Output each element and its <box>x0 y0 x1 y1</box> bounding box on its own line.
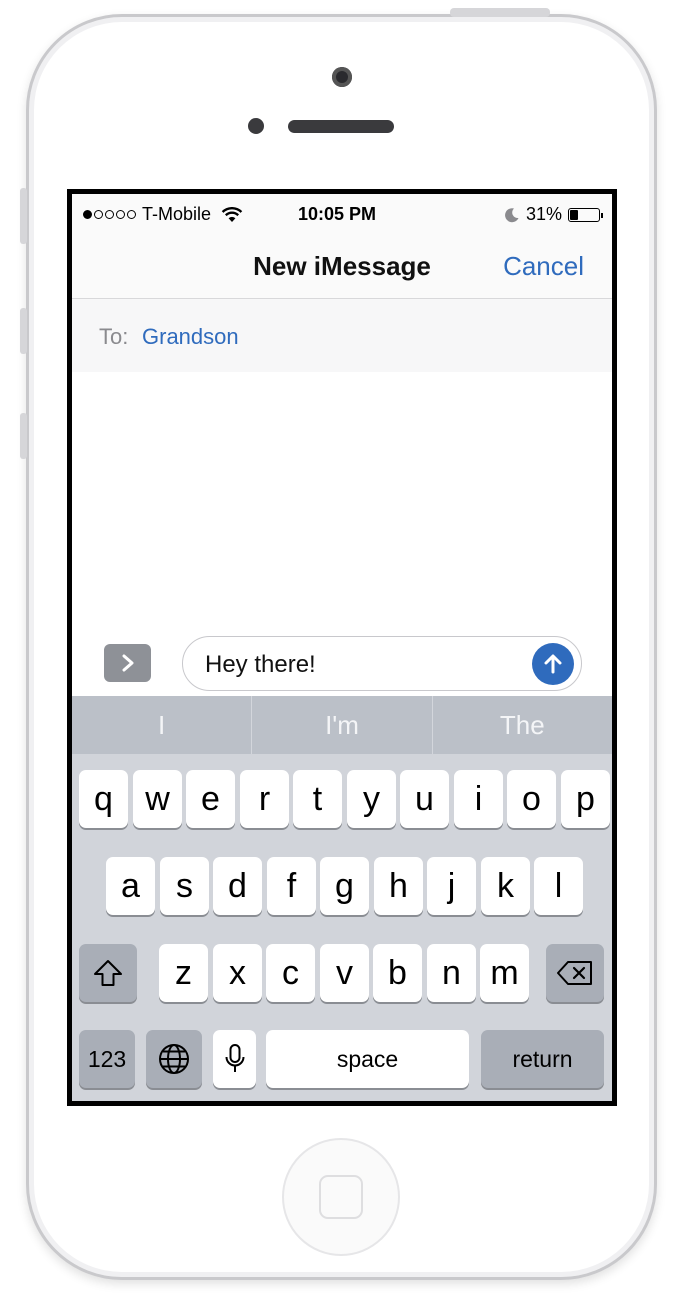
key-d[interactable]: d <box>213 857 262 915</box>
do-not-disturb-moon-icon <box>505 207 519 222</box>
key-j[interactable]: j <box>427 857 476 915</box>
battery-percentage: 31% <box>525 204 562 224</box>
key-i[interactable]: i <box>454 770 503 828</box>
message-input[interactable]: Hey there! <box>182 636 582 691</box>
proximity-sensor <box>248 118 264 134</box>
shift-arrow-icon <box>94 960 122 986</box>
shift-key[interactable] <box>79 944 137 1002</box>
volume-down-button <box>20 413 27 459</box>
suggestion-item[interactable]: The <box>431 696 612 754</box>
status-bar: T-Mobile 10:05 PM 31% <box>72 194 612 234</box>
battery-tip <box>601 212 603 218</box>
battery-level-fill <box>570 209 578 220</box>
globe-icon <box>159 1044 189 1074</box>
predictive-text-bar: I I'm The <box>72 696 612 754</box>
display: T-Mobile 10:05 PM 31% New iMessage Cance… <box>72 194 612 1101</box>
dictation-key[interactable] <box>213 1030 256 1088</box>
backspace-icon <box>557 961 592 985</box>
navigation-bar: New iMessage Cancel <box>72 234 612 299</box>
signal-dot <box>94 210 103 219</box>
front-camera <box>332 67 352 87</box>
key-k[interactable]: k <box>481 857 530 915</box>
battery-icon <box>568 207 603 222</box>
suggestion-item[interactable]: I'm <box>251 696 431 754</box>
key-c[interactable]: c <box>266 944 315 1002</box>
key-h[interactable]: h <box>374 857 423 915</box>
key-u[interactable]: u <box>400 770 449 828</box>
earpiece-speaker <box>288 120 394 133</box>
key-t[interactable]: t <box>293 770 342 828</box>
microphone-icon <box>225 1044 244 1072</box>
send-button[interactable] <box>532 643 574 685</box>
suggestion-item[interactable]: I <box>72 696 251 754</box>
message-input-text: Hey there! <box>205 651 316 678</box>
status-right: 31% <box>504 204 603 225</box>
volume-up-button <box>20 308 27 354</box>
cancel-button[interactable]: Cancel <box>503 251 584 282</box>
key-g[interactable]: g <box>320 857 369 915</box>
signal-dot <box>116 210 125 219</box>
status-left: T-Mobile <box>83 204 243 225</box>
key-m[interactable]: m <box>480 944 529 1002</box>
key-a[interactable]: a <box>106 857 155 915</box>
key-v[interactable]: v <box>320 944 369 1002</box>
recipient-label: To: <box>99 324 129 349</box>
key-p[interactable]: p <box>561 770 610 828</box>
keyboard: 123 space return qwertyuiop asdfghjkl zxcv… <box>72 754 612 1101</box>
wifi-icon <box>221 206 243 222</box>
key-r[interactable]: r <box>240 770 289 828</box>
delete-key[interactable] <box>546 944 604 1002</box>
return-key[interactable]: return <box>481 1030 604 1088</box>
signal-dot <box>83 210 92 219</box>
screen: T-Mobile 10:05 PM 31% New iMessage Cance… <box>67 189 617 1106</box>
globe-key[interactable] <box>146 1030 202 1088</box>
chevron-right-icon <box>122 654 133 672</box>
key-f[interactable]: f <box>267 857 316 915</box>
key-n[interactable]: n <box>427 944 476 1002</box>
key-l[interactable]: l <box>534 857 583 915</box>
app-drawer-button[interactable] <box>104 644 151 682</box>
home-button[interactable] <box>282 1138 400 1256</box>
home-button-icon <box>319 1175 363 1219</box>
key-w[interactable]: w <box>133 770 182 828</box>
signal-strength-icon <box>83 210 136 219</box>
arrow-up-icon <box>544 654 562 674</box>
carrier-name: T-Mobile <box>142 204 212 224</box>
signal-dot <box>127 210 136 219</box>
recipient-name[interactable]: Grandson <box>142 324 239 350</box>
key-x[interactable]: x <box>213 944 262 1002</box>
key-y[interactable]: y <box>347 770 396 828</box>
recipient-field[interactable]: To: Grandson <box>72 299 612 372</box>
key-q[interactable]: q <box>79 770 128 828</box>
mute-switch <box>20 188 27 244</box>
signal-dot <box>105 210 114 219</box>
power-button <box>450 8 550 17</box>
clock: 10:05 PM <box>298 204 377 224</box>
key-e[interactable]: e <box>186 770 235 828</box>
space-key[interactable]: space <box>266 1030 469 1088</box>
numbers-key[interactable]: 123 <box>79 1030 135 1088</box>
key-z[interactable]: z <box>159 944 208 1002</box>
key-b[interactable]: b <box>373 944 422 1002</box>
key-o[interactable]: o <box>507 770 556 828</box>
key-s[interactable]: s <box>160 857 209 915</box>
compose-bar: Hey there! <box>72 626 612 696</box>
